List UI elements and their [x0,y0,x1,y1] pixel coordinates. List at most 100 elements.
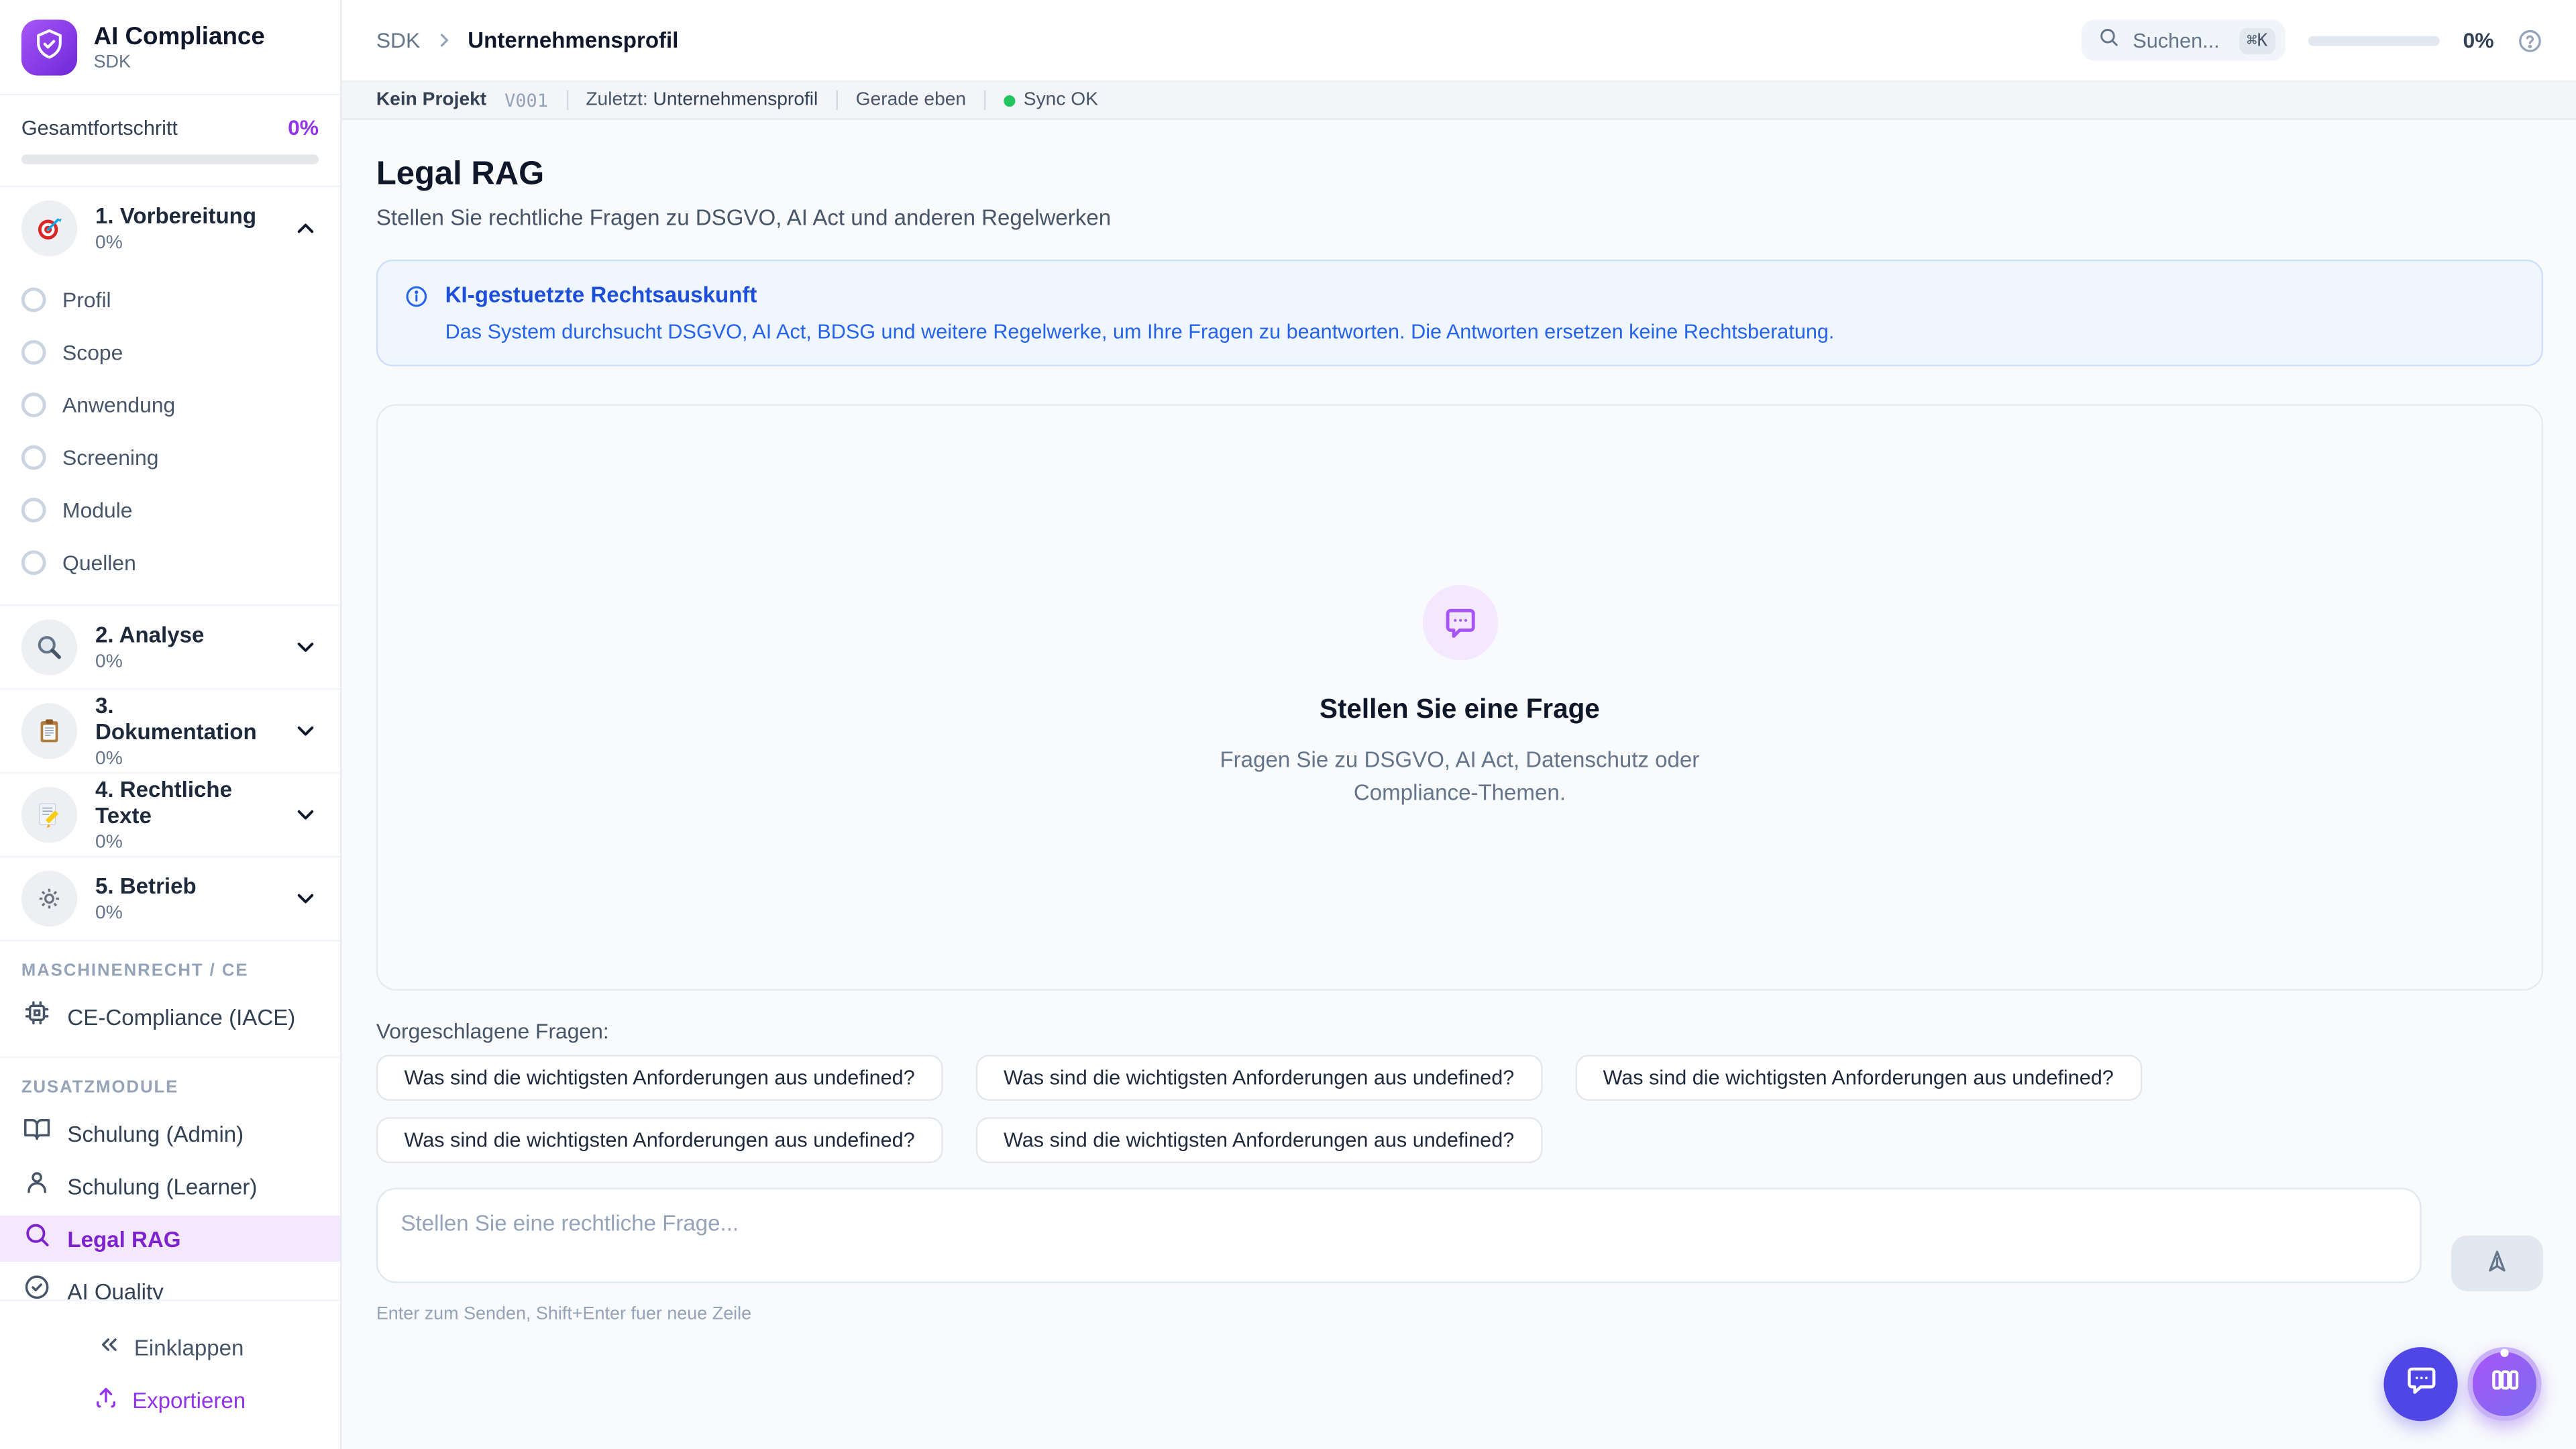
sidebar-item-ce-compliance[interactable]: CE-Compliance (IACE) [0,991,340,1043]
suggestion-chip[interactable]: Was sind die wichtigsten Anforderungen a… [1575,1055,2142,1101]
collapse-sidebar-button[interactable]: Einklappen [0,1321,340,1373]
suggestions-label: Vorgeschlagene Fragen: [376,1018,2543,1043]
sidebar-item-screening[interactable]: Screening [0,431,340,483]
section-percent: 0% [95,833,274,853]
suggestion-chip[interactable]: Was sind die wichtigsten Anforderungen a… [975,1055,1542,1101]
magnifier-icon [21,619,77,675]
status-circle-icon [21,286,46,311]
project-name: Kein Projekt [376,91,486,110]
shield-check-icon [33,27,66,68]
export-label: Exportieren [132,1387,246,1412]
status-circle-icon [21,392,46,417]
sidebar-item-profil[interactable]: Profil [0,273,340,325]
last-saved-label: Zuletzt: [586,91,647,110]
page-title: Legal RAG [376,156,2543,194]
section-percent: 0% [95,749,274,769]
target-icon [21,201,77,256]
chat-panel: Stellen Sie eine Frage Fragen Sie zu DSG… [376,404,2543,990]
columns-icon [2488,1364,2521,1405]
overall-progress-value: 0% [288,115,319,140]
sidebar-item-label: Scope [62,339,123,364]
breadcrumb: SDK Unternehmensprofil [376,28,679,53]
memo-icon [21,787,77,843]
sidebar-item-label: Schulung (Learner) [67,1174,257,1199]
page-subtitle: Stellen Sie rechtliche Fragen zu DSGVO, … [376,205,2543,230]
info-banner-body: Das System durchsucht DSGVO, AI Act, BDS… [445,321,1835,343]
search-button[interactable]: Suchen... ⌘K [2082,19,2286,60]
overall-progress: Gesamtfortschritt 0% [0,95,340,186]
suggestion-chip[interactable]: Was sind die wichtigsten Anforderungen a… [376,1117,943,1163]
sidebar-item-scope[interactable]: Scope [0,325,340,378]
gear-icon [21,871,77,926]
tour-fab[interactable] [2467,1347,2541,1421]
last-saved: Zuletzt: Unternehmensprofil [586,91,818,110]
empty-state-body: Fragen Sie zu DSGVO, AI Act, Datenschutz… [1205,744,1714,810]
sidebar-item-label: Anwendung [62,392,175,417]
section-label: 1. Vorbereitung [95,204,274,230]
user-icon [23,1168,51,1204]
chevron-up-icon [292,215,319,241]
sidebar-item-label: Screening [62,444,158,469]
sidebar-item-legal-rag[interactable]: Legal RAG [0,1216,340,1262]
section-percent: 0% [95,904,274,923]
send-button[interactable] [2451,1236,2543,1291]
sidebar-item-label: Quellen [62,549,136,574]
app-title: AI Compliance [94,23,265,51]
sidebar-item-module[interactable]: Module [0,483,340,535]
export-button[interactable]: Exportieren [0,1373,340,1426]
app-subtitle: SDK [94,52,265,72]
sync-status: Sync OK [1004,91,1098,110]
status-circle-icon [21,497,46,522]
status-circle-icon [21,444,46,469]
collapse-label: Einklappen [134,1335,244,1360]
chat-fab[interactable] [2383,1347,2457,1421]
sidebar-item-quellen[interactable]: Quellen [0,535,340,588]
version-badge: V001 [504,89,548,111]
sidebar-item-ai-quality[interactable]: AI Quality [0,1265,340,1299]
section-label: 4. Rechtliche Texte [95,777,274,829]
sidebar-nav: 1. Vorbereitung 0% Profil Scope Anwendun… [0,187,340,1299]
suggestion-chip[interactable]: Was sind die wichtigsten Anforderungen a… [975,1117,1542,1163]
info-icon [404,282,429,343]
chevrons-left-icon [96,1332,121,1362]
page-content: Legal RAG Stellen Sie rechtliche Fragen … [341,120,2576,1449]
sidebar-item-schulung-learner[interactable]: Schulung (Learner) [0,1160,340,1212]
chat-bubble-icon [2404,1364,2437,1405]
sidebar-item-schulung-admin[interactable]: Schulung (Admin) [0,1108,340,1160]
suggestion-row: Was sind die wichtigsten Anforderungen a… [376,1055,2543,1101]
section-dokumentation[interactable]: 3. Dokumentation 0% [0,690,340,772]
overall-progress-bar [21,154,319,164]
section-label: 3. Dokumentation [95,693,274,745]
section-betrieb[interactable]: 5. Betrieb 0% [0,857,340,939]
group-header-zusatzmodule: ZUSATZMODULE [0,1058,340,1107]
app-logo [21,19,77,75]
suggestion-chip[interactable]: Was sind die wichtigsten Anforderungen a… [376,1055,943,1101]
sidebar-item-anwendung[interactable]: Anwendung [0,378,340,430]
chevron-down-icon [292,718,319,744]
sync-label: Sync OK [1024,91,1098,110]
main-area: SDK Unternehmensprofil Suchen... ⌘K 0% [341,0,2576,1449]
breadcrumb-root[interactable]: SDK [376,28,420,53]
sidebar-item-label: Schulung (Admin) [67,1121,244,1146]
help-icon[interactable] [2517,27,2543,53]
sidebar-item-label: Legal RAG [67,1226,180,1251]
sidebar-footer: Einklappen Exportieren [0,1299,340,1449]
status-bar: Kein Projekt V001 Zuletzt: Unternehmensp… [341,80,2576,120]
search-icon [23,1221,51,1257]
app-window: AI Compliance SDK Gesamtfortschritt 0% 1… [0,0,2576,1449]
section-analyse[interactable]: 2. Analyse 0% [0,606,340,688]
cpu-icon [23,999,51,1035]
section-vorbereitung[interactable]: 1. Vorbereitung 0% [0,187,340,269]
keyboard-shortcut-badge: ⌘K [2239,27,2275,53]
clipboard-icon [21,703,77,759]
sync-ok-dot-icon [1004,95,1015,106]
send-arrow-icon [2484,1248,2510,1279]
sidebar-item-label: AI Quality [67,1279,163,1300]
section-rechtliche-texte[interactable]: 4. Rechtliche Texte 0% [0,773,340,855]
sidebar: AI Compliance SDK Gesamtfortschritt 0% 1… [0,0,341,1449]
topbar: SDK Unternehmensprofil Suchen... ⌘K 0% [341,0,2576,80]
overall-progress-label: Gesamtfortschritt [21,116,178,139]
topbar-progress-bar [2308,36,2440,46]
question-input[interactable] [376,1188,2422,1283]
group-header-maschinenrecht: MASCHINENRECHT / CE [0,941,340,990]
